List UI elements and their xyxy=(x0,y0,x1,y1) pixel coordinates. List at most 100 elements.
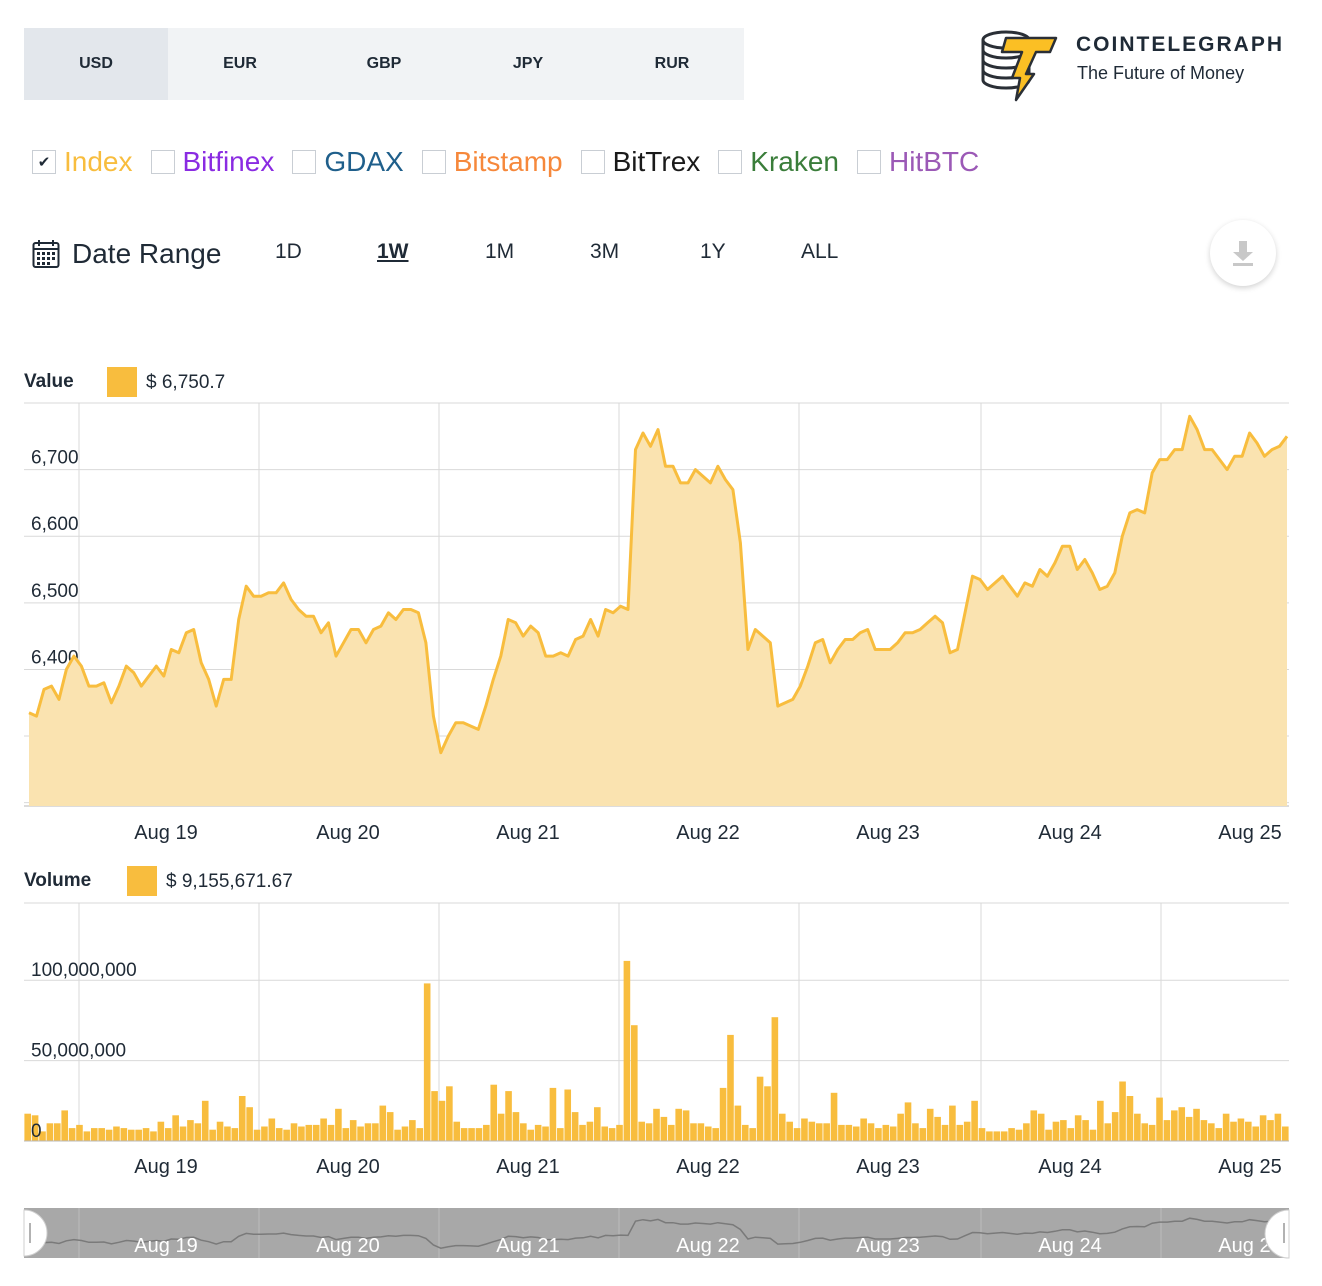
volume-bar xyxy=(238,1096,246,1141)
volume-bar xyxy=(246,1107,253,1141)
volume-bar xyxy=(335,1108,342,1141)
volume-bar xyxy=(889,1126,897,1141)
value-x-tick: Aug 25 xyxy=(1218,822,1281,844)
volume-bar xyxy=(971,1100,978,1141)
volume-bar xyxy=(1089,1129,1097,1141)
value-y-tick: 6,500 xyxy=(31,581,79,602)
volume-bar xyxy=(608,1128,616,1141)
volume-bar xyxy=(90,1128,98,1141)
volume-bar xyxy=(1067,1128,1075,1141)
volume-bar xyxy=(438,1100,446,1141)
volume-bar xyxy=(830,1092,838,1141)
volume-bar xyxy=(320,1118,327,1141)
volume-bar xyxy=(120,1128,128,1141)
volume-bar xyxy=(261,1126,268,1141)
volume-bar xyxy=(815,1123,823,1141)
volume-bar xyxy=(1015,1129,1023,1141)
volume-bar xyxy=(105,1129,113,1141)
volume-bar xyxy=(497,1113,505,1141)
volume-bar xyxy=(897,1113,904,1141)
volume-bar xyxy=(490,1084,498,1141)
volume-bar xyxy=(527,1129,535,1141)
volume-bar xyxy=(1000,1131,1008,1141)
volume-bar xyxy=(1104,1123,1112,1141)
volume-bar xyxy=(838,1124,845,1141)
volume-bar xyxy=(949,1105,956,1141)
volume-bar xyxy=(224,1126,231,1141)
value-area xyxy=(29,416,1287,806)
volume-bar xyxy=(290,1123,298,1141)
volume-bar xyxy=(83,1131,91,1141)
value-x-tick: Aug 23 xyxy=(856,822,919,844)
volume-bar xyxy=(1119,1081,1126,1141)
volume-y-tick: 100,000,000 xyxy=(31,960,137,981)
value-x-tick: Aug 24 xyxy=(1038,822,1101,844)
volume-bar xyxy=(1222,1113,1230,1141)
volume-bar xyxy=(741,1124,749,1141)
volume-bar xyxy=(986,1131,993,1141)
volume-bar xyxy=(201,1100,209,1141)
volume-bar xyxy=(409,1120,416,1141)
volume-bar xyxy=(1200,1120,1208,1141)
volume-bar xyxy=(1259,1115,1267,1141)
value-y-tick: 6,600 xyxy=(31,514,79,535)
volume-x-tick: Aug 20 xyxy=(316,1156,379,1178)
volume-bar xyxy=(875,1128,882,1141)
volume-bar xyxy=(631,1025,638,1141)
volume-y-tick: 50,000,000 xyxy=(31,1041,126,1062)
volume-bar xyxy=(956,1124,964,1141)
volume-bar xyxy=(845,1124,853,1141)
volume-bar xyxy=(379,1105,387,1141)
volume-bar xyxy=(690,1123,697,1141)
volume-bar xyxy=(1237,1118,1245,1141)
value-x-tick: Aug 22 xyxy=(676,822,739,844)
navigator-x-tick: Aug 20 xyxy=(316,1235,379,1257)
volume-bar xyxy=(53,1123,61,1141)
volume-bar xyxy=(194,1123,202,1141)
volume-bar xyxy=(564,1089,572,1141)
volume-bar xyxy=(98,1128,105,1141)
navigator-x-tick: Aug 22 xyxy=(676,1235,739,1257)
volume-bar xyxy=(179,1126,187,1141)
volume-bar xyxy=(1178,1107,1186,1141)
volume-bar xyxy=(1126,1096,1134,1141)
volume-bar xyxy=(1252,1126,1260,1141)
volume-bar xyxy=(926,1108,934,1141)
volume-bar xyxy=(1082,1120,1089,1141)
volume-bar xyxy=(645,1123,653,1141)
volume-bar xyxy=(327,1124,335,1141)
volume-bar xyxy=(24,1113,31,1141)
volume-bar xyxy=(808,1121,816,1141)
volume-bar xyxy=(1074,1115,1082,1141)
volume-bar xyxy=(364,1123,372,1141)
volume-bar xyxy=(852,1126,860,1141)
volume-bar xyxy=(342,1128,350,1141)
volume-bar xyxy=(1148,1124,1156,1141)
volume-bar xyxy=(712,1128,719,1141)
volume-bar xyxy=(778,1113,786,1141)
volume-bar xyxy=(305,1124,313,1141)
volume-bar xyxy=(594,1107,601,1141)
volume-bar xyxy=(135,1129,142,1141)
volume-bar xyxy=(460,1128,468,1141)
volume-bar xyxy=(164,1128,172,1141)
volume-bar xyxy=(483,1124,490,1141)
volume-bar xyxy=(653,1108,660,1141)
volume-bar xyxy=(1282,1126,1289,1141)
volume-bar xyxy=(867,1123,875,1141)
volume-bar xyxy=(586,1121,594,1141)
volume-x-tick: Aug 23 xyxy=(856,1156,919,1178)
value-y-tick: 6,700 xyxy=(31,448,79,469)
volume-bar xyxy=(1060,1120,1067,1141)
volume-bar xyxy=(771,1017,779,1141)
volume-bar xyxy=(1037,1113,1045,1141)
volume-x-tick: Aug 22 xyxy=(676,1156,739,1178)
volume-bar xyxy=(453,1121,461,1141)
volume-y-tick: 0 xyxy=(31,1121,42,1142)
volume-bar xyxy=(719,1087,727,1141)
navigator-x-tick: Aug 23 xyxy=(856,1235,919,1257)
volume-bar xyxy=(912,1123,919,1141)
volume-bar xyxy=(557,1128,564,1141)
volume-bar xyxy=(68,1128,76,1141)
volume-bar xyxy=(1023,1123,1030,1141)
